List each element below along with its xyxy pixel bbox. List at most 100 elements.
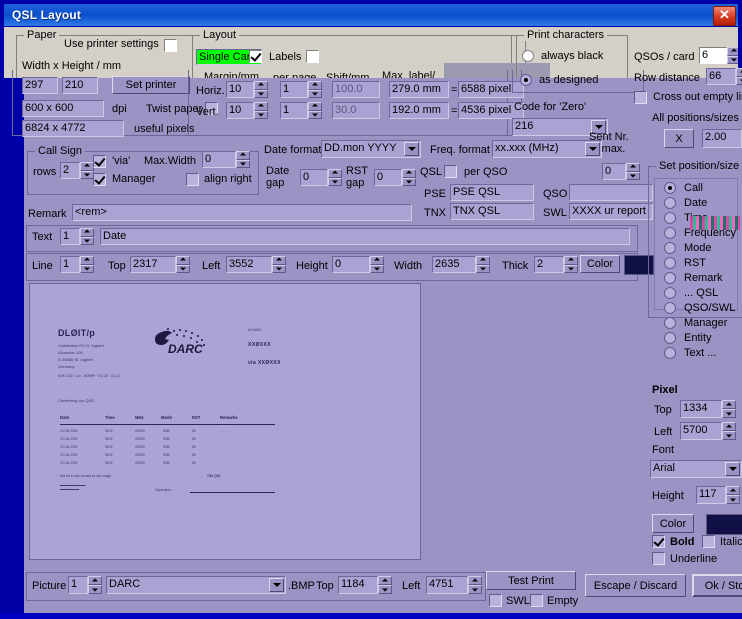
pse-field[interactable]: PSE QSL: [450, 184, 534, 201]
radio-entity[interactable]: [664, 332, 676, 344]
paper-width-field[interactable]: 297: [22, 77, 58, 94]
maxwidth-field[interactable]: 0: [202, 151, 236, 168]
perpage-vert-spinner[interactable]: [308, 102, 322, 119]
radio-rst[interactable]: [664, 257, 676, 269]
date-gap-spinner[interactable]: [328, 169, 342, 186]
use-printer-settings-checkbox[interactable]: [164, 39, 177, 52]
freq-format-combo[interactable]: xx.xxx (MHz): [492, 140, 602, 158]
margin-vert-spinner[interactable]: [254, 102, 268, 119]
pixel-top-field[interactable]: 1334: [680, 400, 722, 418]
perpage-horiz-field[interactable]: 1: [280, 81, 308, 98]
all-positions-scale-field[interactable]: 2.00: [702, 129, 742, 148]
line-top-spinner[interactable]: [176, 256, 190, 273]
swl-checkbox[interactable]: [489, 594, 502, 607]
radio-date[interactable]: [664, 197, 676, 209]
empty-checkbox[interactable]: [530, 594, 543, 607]
row-distance-spinner[interactable]: [736, 68, 742, 85]
line-left-spinner[interactable]: [272, 256, 286, 273]
sent-nr-field[interactable]: 0: [602, 163, 626, 180]
text-index-field[interactable]: 1: [60, 228, 80, 245]
picture-left-spinner[interactable]: [468, 576, 482, 594]
rows-spinner[interactable]: [80, 162, 94, 179]
dpi-value[interactable]: 600 x 600: [22, 100, 104, 117]
perpage-horiz-spinner[interactable]: [308, 81, 322, 98]
align-right-checkbox[interactable]: [186, 173, 199, 186]
via-checkbox[interactable]: [93, 155, 106, 168]
pixel-top-spinner[interactable]: [722, 400, 736, 418]
shift-horiz-field[interactable]: 100.0: [332, 81, 380, 98]
qsl-per-qso-checkbox[interactable]: [444, 165, 457, 178]
line-index-spinner[interactable]: [80, 256, 94, 273]
escape-discard-button[interactable]: Escape / Discard: [585, 574, 686, 597]
font-combo[interactable]: Arial: [650, 460, 742, 478]
cross-out-checkbox[interactable]: [634, 91, 647, 104]
font-height-spinner[interactable]: [726, 486, 740, 504]
radio-frequency[interactable]: [664, 227, 676, 239]
picture-index-field[interactable]: 1: [68, 576, 88, 594]
rst-gap-field[interactable]: 0: [374, 169, 402, 186]
date-format-combo[interactable]: DD.mon YYYY: [321, 140, 421, 158]
maxwidth-spinner[interactable]: [236, 151, 250, 168]
radio-manager[interactable]: [664, 317, 676, 329]
ok-store-button[interactable]: Ok / Store: [692, 574, 742, 597]
shift-vert-field[interactable]: 30.0: [332, 102, 380, 119]
line-height-field[interactable]: 0: [332, 256, 370, 273]
bold-checkbox[interactable]: [652, 535, 665, 548]
qsos-card-spinner[interactable]: [727, 47, 738, 64]
chevron-down-icon[interactable]: [725, 462, 740, 476]
font-color-swatch[interactable]: [706, 514, 742, 535]
line-top-field[interactable]: 2317: [130, 256, 176, 273]
qso-field[interactable]: [569, 184, 653, 201]
picture-index-spinner[interactable]: [88, 576, 102, 594]
rst-gap-spinner[interactable]: [402, 169, 416, 186]
row-distance-value[interactable]: 66: [706, 68, 736, 85]
close-icon[interactable]: ✕: [713, 6, 736, 26]
radio-text[interactable]: [664, 347, 676, 359]
paper-height-field[interactable]: 210: [62, 77, 98, 94]
remark-field[interactable]: <rem>: [72, 204, 412, 221]
rows-field[interactable]: 2: [60, 162, 80, 179]
font-height-field[interactable]: 117: [696, 486, 726, 504]
labels-checkbox[interactable]: [306, 50, 319, 63]
radio-call[interactable]: [664, 182, 676, 194]
line-width-spinner[interactable]: [476, 256, 490, 273]
radio-qso-swl[interactable]: [664, 302, 676, 314]
line-width-field[interactable]: 2635: [432, 256, 476, 273]
line-color-button[interactable]: Color: [580, 255, 620, 273]
margin-horiz-spinner[interactable]: [254, 81, 268, 98]
radio-time[interactable]: [664, 212, 676, 224]
as-designed-radio[interactable]: [520, 74, 532, 86]
italic-checkbox[interactable]: [702, 535, 715, 548]
chevron-down-icon[interactable]: [404, 142, 419, 156]
line-thick-spinner[interactable]: [564, 256, 578, 273]
single-card-checkbox[interactable]: [249, 50, 262, 63]
underline-checkbox[interactable]: [652, 552, 665, 565]
chevron-down-icon[interactable]: [269, 578, 284, 592]
sent-nr-spinner[interactable]: [626, 163, 640, 180]
line-height-spinner[interactable]: [370, 256, 384, 273]
font-color-button[interactable]: Color: [652, 514, 694, 533]
test-print-button[interactable]: Test Print: [486, 571, 576, 590]
line-thick-field[interactable]: 2: [534, 256, 564, 273]
all-positions-x-button[interactable]: X: [664, 129, 694, 148]
line-index-field[interactable]: 1: [60, 256, 80, 273]
margin-vert-field[interactable]: 10: [226, 102, 254, 119]
radio-remark[interactable]: [664, 272, 676, 284]
picture-top-field[interactable]: 1184: [338, 576, 378, 594]
set-printer-button[interactable]: Set printer: [112, 76, 190, 94]
card-preview[interactable]: DLØIT/p Clubstation OV-G. Inghert Kilome…: [29, 283, 421, 560]
pixel-left-spinner[interactable]: [722, 422, 736, 440]
pixel-left-field[interactable]: 5700: [680, 422, 722, 440]
picture-top-spinner[interactable]: [378, 576, 392, 594]
picture-left-field[interactable]: 4751: [426, 576, 468, 594]
text-value-field[interactable]: Date: [100, 228, 630, 245]
date-gap-field[interactable]: 0: [300, 169, 328, 186]
text-index-spinner[interactable]: [80, 228, 94, 245]
always-black-radio[interactable]: [522, 50, 534, 62]
qsos-card-value[interactable]: 6: [699, 47, 727, 64]
manager-checkbox[interactable]: [93, 173, 106, 186]
line-left-field[interactable]: 3552: [226, 256, 272, 273]
radio-mode[interactable]: [664, 242, 676, 254]
radio-qsl[interactable]: [664, 287, 676, 299]
useful-pixels-value[interactable]: 6824 x 4772: [22, 120, 124, 137]
